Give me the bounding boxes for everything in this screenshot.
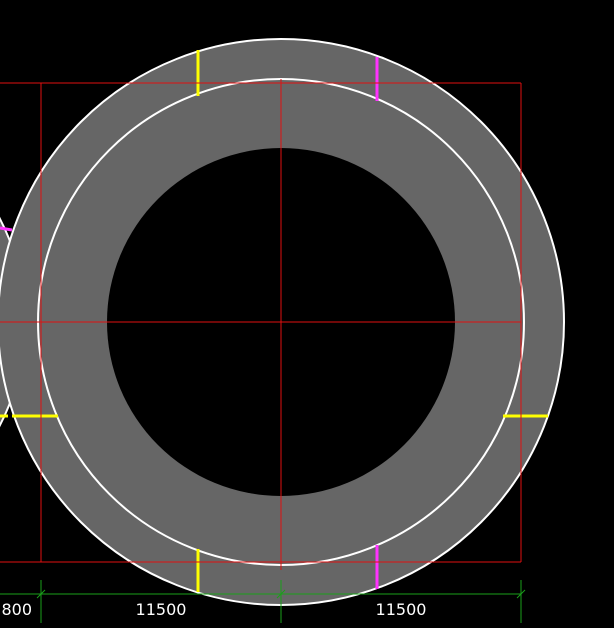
dimension-label-segment-2: 11500 [376,600,427,619]
cad-drawing: 2800 11500 11500 [0,38,565,623]
cad-drawing-canvas[interactable]: 2800 11500 11500 [0,0,614,623]
dimension-label-segment-1: 11500 [136,600,187,619]
joint-mark-left-ring [0,226,13,232]
dimension-labels: 2800 11500 11500 [0,600,426,619]
dimension-label-left: 2800 [0,600,32,619]
